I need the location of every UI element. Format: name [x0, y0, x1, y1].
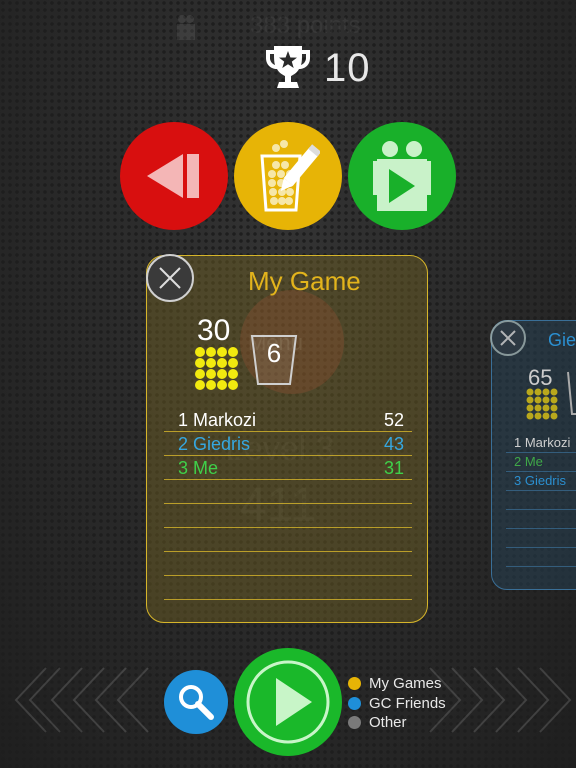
table-row: 1 Markozi 52: [164, 408, 412, 432]
empty-row: [506, 491, 576, 510]
legend-item-other[interactable]: Other: [348, 713, 446, 733]
legend-dot: [348, 716, 361, 730]
empty-row: [506, 529, 576, 548]
trophy-counter: 10: [262, 40, 372, 96]
player-points: 43: [383, 434, 404, 454]
friends-play-button[interactable]: [348, 122, 456, 230]
legend-dot: [348, 677, 361, 691]
play-button[interactable]: [234, 648, 342, 756]
new-game-button[interactable]: [234, 122, 342, 230]
legend: My Games GC Friends Other: [348, 674, 446, 733]
scoreboard: 1 Markozi 52 2 Giedris 43 3 Me 31: [164, 408, 412, 600]
legend-item-gc-friends[interactable]: GC Friends: [348, 694, 446, 714]
close-friend-card-button[interactable]: [490, 320, 526, 356]
table-row: 3 Me 31: [164, 456, 412, 480]
empty-row: [164, 528, 412, 552]
game-card-title: My Game: [248, 266, 361, 296]
dots-icon: [526, 388, 558, 420]
empty-row: [164, 504, 412, 528]
player-name: 3 Me: [178, 458, 219, 478]
table-row: 2 Me: [506, 453, 576, 472]
close-card-button[interactable]: [146, 254, 194, 302]
player-name: 2 Giedris: [178, 434, 251, 454]
legend-label: My Games: [369, 675, 442, 693]
legend-label: Other: [369, 714, 407, 732]
friend-card-title: Gie: [548, 330, 576, 350]
player-name: 1 Markozi: [178, 410, 257, 430]
ghost-friends-icon: [177, 15, 195, 40]
friends-play-icon: [373, 141, 431, 211]
back-icon: [147, 154, 199, 198]
legend-label: GC Friends: [369, 694, 446, 712]
search-icon: [179, 685, 214, 720]
ghost-points-text: 383 points: [250, 12, 361, 39]
empty-row: [164, 576, 412, 600]
table-row: 2 Giedris 43: [164, 432, 412, 456]
player-points: 31: [383, 458, 404, 478]
play-icon: [246, 660, 330, 744]
friend-scoreboard: 1 Markozi 2 Me 3 Giedris: [506, 434, 576, 567]
trophy-icon: [266, 46, 310, 88]
close-icon: [159, 267, 181, 289]
empty-row: [164, 480, 412, 504]
table-row: 1 Markozi: [506, 434, 576, 453]
game-score: 30: [197, 314, 231, 347]
empty-row: [506, 548, 576, 567]
trophy-count: 10: [324, 45, 371, 90]
cup-icon: [567, 371, 576, 415]
cup-pencil-icon: [260, 140, 320, 212]
player-points: 52: [383, 410, 404, 430]
legend-dot: [348, 696, 361, 710]
close-icon: [500, 330, 516, 346]
table-row: 3 Giedris: [506, 472, 576, 491]
back-button[interactable]: [120, 122, 228, 230]
empty-row: [506, 510, 576, 529]
dots-icon: [195, 347, 238, 390]
search-button[interactable]: [164, 670, 228, 734]
legend-item-my-games[interactable]: My Games: [348, 674, 446, 694]
cup-value: 6: [266, 338, 282, 368]
empty-row: [164, 552, 412, 576]
